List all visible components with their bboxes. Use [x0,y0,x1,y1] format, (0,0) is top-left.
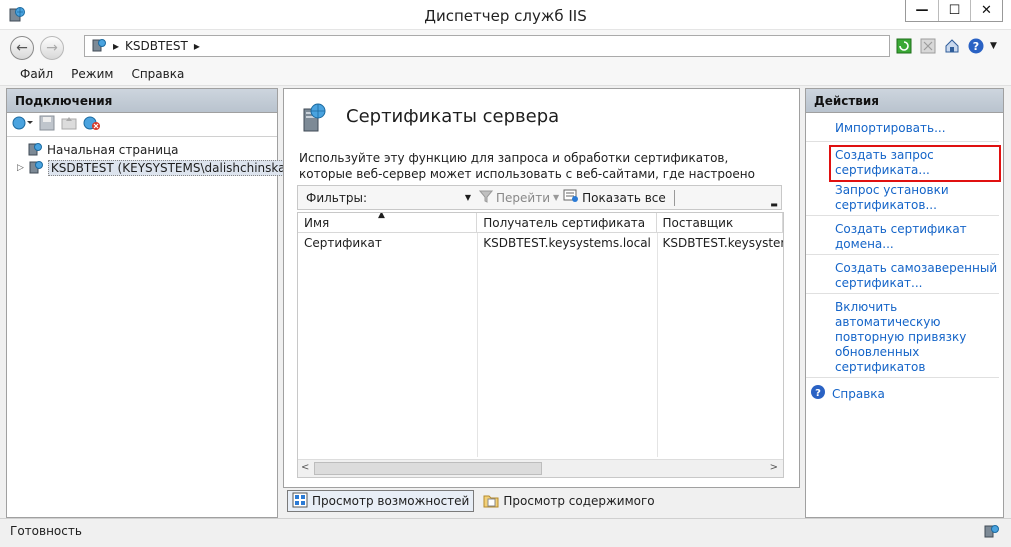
tab-content-view[interactable]: Просмотр содержимого [478,490,659,512]
toolbar-separator [673,189,675,206]
connections-pane: Подключения Начальная страница ▷ KSDBTES… [6,88,308,518]
actions-pane: Действия Импортировать... Создать запрос… [805,88,1004,518]
column-divider [657,233,658,457]
tab-features-view[interactable]: Просмотр возможностей [287,490,475,512]
expand-arrow-icon[interactable]: ▷ [17,163,24,173]
address-bar: ← → ▸ KSDBTEST ▸ ? ▼ [0,30,1011,62]
window-title: Диспетчер служб IIS [424,7,587,25]
column-header-name[interactable]: Имя ▲ [298,213,478,232]
server-icon [91,37,107,56]
refresh-icon[interactable] [894,36,914,56]
tree-item-start-page[interactable]: Начальная страница [7,141,277,159]
go-label: Перейти [496,190,550,205]
show-all-label: Показать все [582,190,666,205]
filter-label: Фильтры: [306,190,367,205]
status-bar: Готовность [0,518,1011,543]
scroll-right-icon[interactable]: > [770,462,778,473]
svg-text:?: ? [973,40,979,53]
close-button[interactable]: ✕ [970,0,1002,21]
server-icon [28,159,44,178]
column-header-subject[interactable]: Получатель сертификата [477,213,657,232]
chevron-down-icon[interactable]: ▼ [465,193,471,202]
tab-label: Просмотр содержимого [503,494,655,508]
show-all-icon [563,189,579,206]
svg-text:?: ? [815,388,821,399]
up-level-icon[interactable] [61,115,77,134]
minimize-button[interactable]: — [906,0,938,21]
address-path[interactable]: ▸ KSDBTEST ▸ [84,35,890,57]
filter-scroll-icon[interactable]: ▬ [767,186,781,209]
filter-bar: Фильтры: ▼ Перейти ▼ Показать все ▬ [297,185,782,210]
connections-tree: Начальная страница ▷ KSDBTEST (KEYSYSTEM… [7,137,308,178]
features-view-icon [292,492,308,511]
help-link: Справка [832,386,885,401]
help-icon[interactable]: ? [966,36,986,56]
arrow-right-icon: → [46,40,58,56]
table-header: Имя ▲ Получатель сертификата Поставщик [298,213,783,233]
network-status-icon [983,523,1001,542]
arrow-left-icon: ← [16,40,28,56]
action-enable-auto-rebind[interactable]: Включить автоматическую повторную привяз… [806,294,999,378]
cell-name: Сертификат [304,236,382,250]
back-button[interactable]: ← [10,36,34,60]
breadcrumb-arrow-icon: ▸ [113,39,120,53]
title-bar: Диспетчер служб IIS — ☐ ✕ [0,0,1011,30]
status-text: Готовность [10,524,82,538]
tree-item-label: KSDBTEST (KEYSYSTEMS\dalishchinskaya) [47,160,308,176]
tree-item-server[interactable]: ▷ KSDBTEST (KEYSYSTEMS\dalishchinskaya) [7,159,308,178]
scroll-thumb[interactable] [314,462,542,475]
tab-label: Просмотр возможностей [312,494,470,508]
page-title: Сертификаты сервера [346,106,560,127]
address-tools: ? ▼ [894,36,997,56]
start-page-icon [27,141,43,160]
forward-button[interactable]: → [40,36,64,60]
chevron-down-icon: ▼ [553,193,560,202]
breadcrumb-arrow-icon[interactable]: ▸ [194,39,200,53]
action-create-certificate-request[interactable]: Создать запрос сертификата... [829,145,1001,182]
cell-issuer: KSDBTEST.keysystems. [662,236,783,250]
sort-up-icon: ▲ [378,213,385,220]
connections-header: Подключения [7,89,277,113]
save-icon[interactable] [39,115,55,134]
scroll-left-icon[interactable]: < [301,462,309,473]
menu-file[interactable]: Файл [20,67,53,81]
disconnect-icon[interactable] [83,115,101,134]
action-create-domain-certificate[interactable]: Создать сертификат домена... [806,216,999,255]
action-create-self-signed-certificate[interactable]: Создать самозаверенный сертификат... [806,255,999,294]
funnel-icon [478,189,494,206]
show-all-button[interactable]: Показать все [563,189,666,206]
actions-header: Действия [806,89,1003,113]
menu-view[interactable]: Режим [71,67,113,81]
content-view-icon [483,492,499,511]
column-header-issuer[interactable]: Поставщик [657,213,783,232]
cell-subject: KSDBTEST.keysystems.local [483,236,651,250]
filter-input[interactable]: ▼ [358,189,473,207]
connect-icon[interactable] [11,115,33,134]
go-button[interactable]: Перейти ▼ [478,189,560,206]
table-row[interactable]: Сертификат KSDBTEST.keysystems.local KSD… [298,233,783,255]
window-controls: — ☐ ✕ [905,0,1003,22]
stop-icon[interactable] [918,36,938,56]
action-import[interactable]: Импортировать... [806,119,999,142]
menu-bar: Файл Режим Справка [0,62,1011,86]
action-help[interactable]: ? Справка [806,378,999,406]
menu-help[interactable]: Справка [131,67,184,81]
certificates-table: Имя ▲ Получатель сертификата Поставщик Се… [297,212,784,478]
action-complete-certificate-request[interactable]: Запрос установки сертификатов... [806,181,999,216]
chevron-down-icon[interactable]: ▼ [990,41,997,51]
breadcrumb-server[interactable]: KSDBTEST [125,39,188,53]
help-icon: ? [810,384,826,404]
column-divider [477,233,478,457]
view-tabs: Просмотр возможностей Просмотр содержимо… [287,490,660,512]
actions-list: Импортировать... Создать запрос сертифик… [806,113,1003,406]
home-icon[interactable] [942,36,962,56]
connections-toolbar [7,113,277,137]
feature-pane: Сертификаты сервера Используйте эту функ… [283,88,800,488]
server-certificates-icon [298,101,330,133]
maximize-button[interactable]: ☐ [938,0,970,21]
horizontal-scrollbar[interactable]: < > [298,459,783,477]
tree-item-label: Начальная страница [47,143,179,157]
